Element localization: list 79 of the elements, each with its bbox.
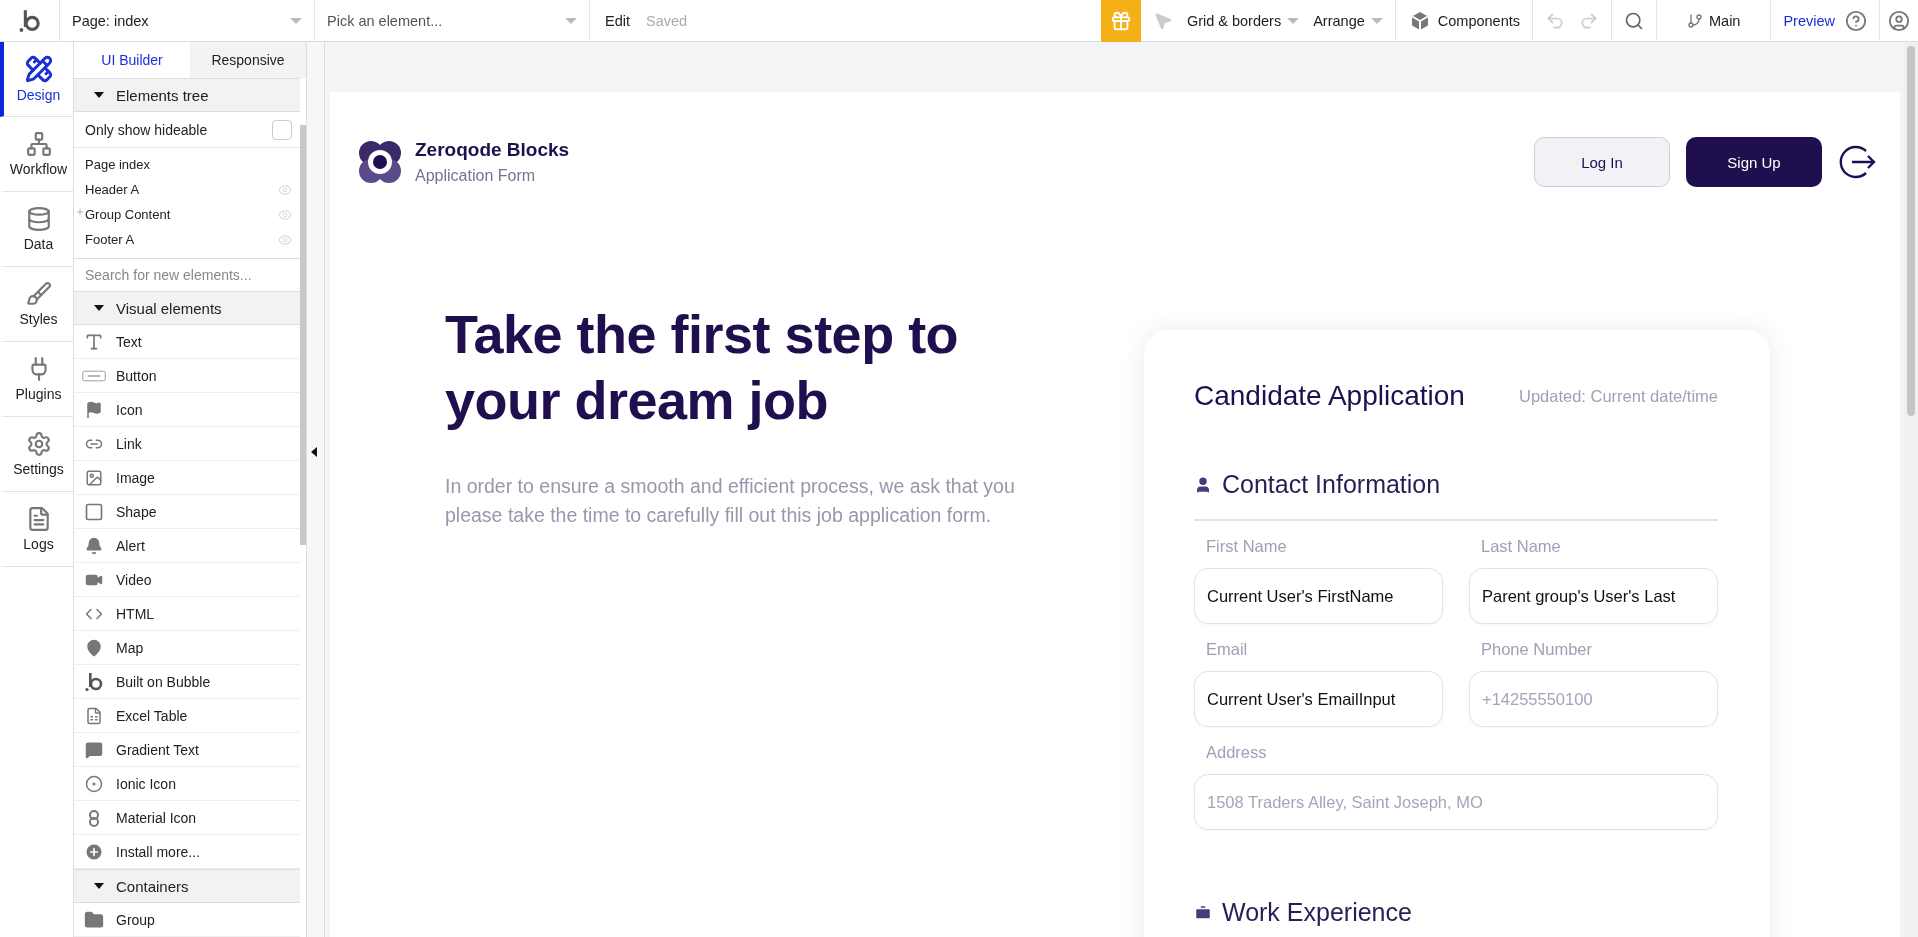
updated-text: Updated: Current date/time	[1518, 386, 1718, 406]
element-item[interactable]: Material Icon	[74, 801, 300, 835]
section-header[interactable]: Containers	[74, 869, 300, 903]
element-item[interactable]: Alert	[74, 529, 300, 563]
grid-borders-button[interactable]: Grid & borders	[1186, 12, 1300, 29]
card-title: Candidate Application	[1194, 380, 1465, 412]
element-item[interactable]: Group	[74, 903, 300, 937]
field-label: Email	[1205, 639, 1249, 660]
element-item[interactable]: Excel Table	[74, 699, 300, 733]
hideable-label: Only show hideable	[85, 121, 208, 138]
field-label: Phone Number	[1480, 639, 1593, 660]
tree-item[interactable]: Page index	[74, 152, 300, 177]
section-header[interactable]: Visual elements	[74, 291, 300, 325]
tools-icon	[24, 55, 53, 83]
element-item[interactable]: Gradient Text	[74, 733, 300, 767]
input-field[interactable]: Current User's FirstName	[1194, 568, 1443, 624]
section-title: Contact Information	[1222, 470, 1441, 499]
hero-title: Take the first step to your dream job	[445, 303, 960, 432]
panel-tab[interactable]: Responsive	[190, 42, 306, 78]
element-item[interactable]: HTML	[74, 597, 300, 631]
element-item[interactable]: Image	[74, 461, 300, 495]
element-item[interactable]: Video	[74, 563, 300, 597]
edit-button[interactable]: Edit	[605, 12, 630, 29]
tree-item[interactable]: Header A	[74, 177, 300, 202]
input-field[interactable]: Current User's EmailInput	[1194, 671, 1443, 727]
eye-icon[interactable]	[278, 232, 292, 247]
brand-name: Zeroqode Blocks	[415, 139, 570, 161]
gift-icon	[1109, 9, 1132, 32]
preview-link[interactable]: Preview	[1783, 12, 1835, 29]
brand-subtitle: Application Form	[415, 167, 537, 185]
save-status: Saved	[646, 12, 688, 29]
gear-icon	[25, 431, 52, 457]
folder-icon	[82, 909, 106, 930]
field-label: Address	[1205, 742, 1268, 763]
eye-icon[interactable]	[278, 182, 292, 197]
log-in-button[interactable]: Log In	[1534, 137, 1670, 187]
logo-icon	[357, 139, 403, 185]
components-button[interactable]: Components	[1407, 8, 1520, 33]
avatar-icon[interactable]	[1888, 9, 1910, 32]
section-title: Work Experience	[1222, 898, 1412, 927]
logo-icon	[18, 8, 41, 33]
element-item[interactable]: Icon	[74, 393, 300, 427]
page-select[interactable]: Page: index	[72, 0, 302, 41]
element-item[interactable]: Map	[74, 631, 300, 665]
element-select[interactable]: Pick an element...	[327, 0, 577, 41]
tree-item[interactable]: Group Content	[74, 202, 300, 227]
input-field[interactable]: 1508 Traders Alley, Saint Joseph, MO	[1194, 774, 1718, 830]
brush-icon	[25, 281, 52, 307]
input-field[interactable]: +14255550100	[1469, 671, 1718, 727]
sign-up-button[interactable]: Sign Up	[1686, 137, 1822, 187]
branch-icon	[1687, 12, 1703, 29]
element-item[interactable]: Ionic Icon	[74, 767, 300, 801]
tree-item[interactable]: Footer A	[74, 227, 300, 252]
plus-icon[interactable]	[75, 207, 85, 217]
search-icon[interactable]	[1624, 10, 1644, 31]
button-icon	[82, 368, 106, 383]
scrollbar[interactable]	[1907, 46, 1915, 416]
arrange-button[interactable]: Arrange	[1313, 12, 1383, 29]
scrollbar[interactable]	[300, 125, 306, 545]
user-icon	[1194, 475, 1212, 494]
undo-icon[interactable]	[1545, 10, 1565, 31]
collapse-icon[interactable]	[311, 447, 317, 457]
branch-button[interactable]: Main	[1687, 12, 1741, 29]
eye-icon[interactable]	[278, 207, 292, 222]
database-icon	[25, 206, 52, 232]
section-header[interactable]: Elements tree	[74, 78, 300, 112]
gift-button[interactable]	[1100, 0, 1141, 42]
field-label: First Name	[1205, 536, 1288, 557]
checkbox[interactable]	[272, 119, 292, 140]
input-field[interactable]: Parent group's User's Last	[1469, 568, 1718, 624]
field-label: Last Name	[1480, 536, 1562, 557]
nav-item[interactable]: Design	[0, 42, 73, 117]
briefcase-icon	[1194, 903, 1212, 922]
help-icon[interactable]	[1845, 9, 1867, 32]
redo-icon[interactable]	[1579, 10, 1599, 31]
element-item[interactable]: Built on Bubble	[74, 665, 300, 699]
hierarchy-icon	[25, 131, 52, 157]
hero-text: In order to ensure a smooth and efficient process, we ask that you please take the time to carefully fill out this job application form.	[445, 473, 1016, 528]
element-item[interactable]: Button	[74, 359, 300, 393]
